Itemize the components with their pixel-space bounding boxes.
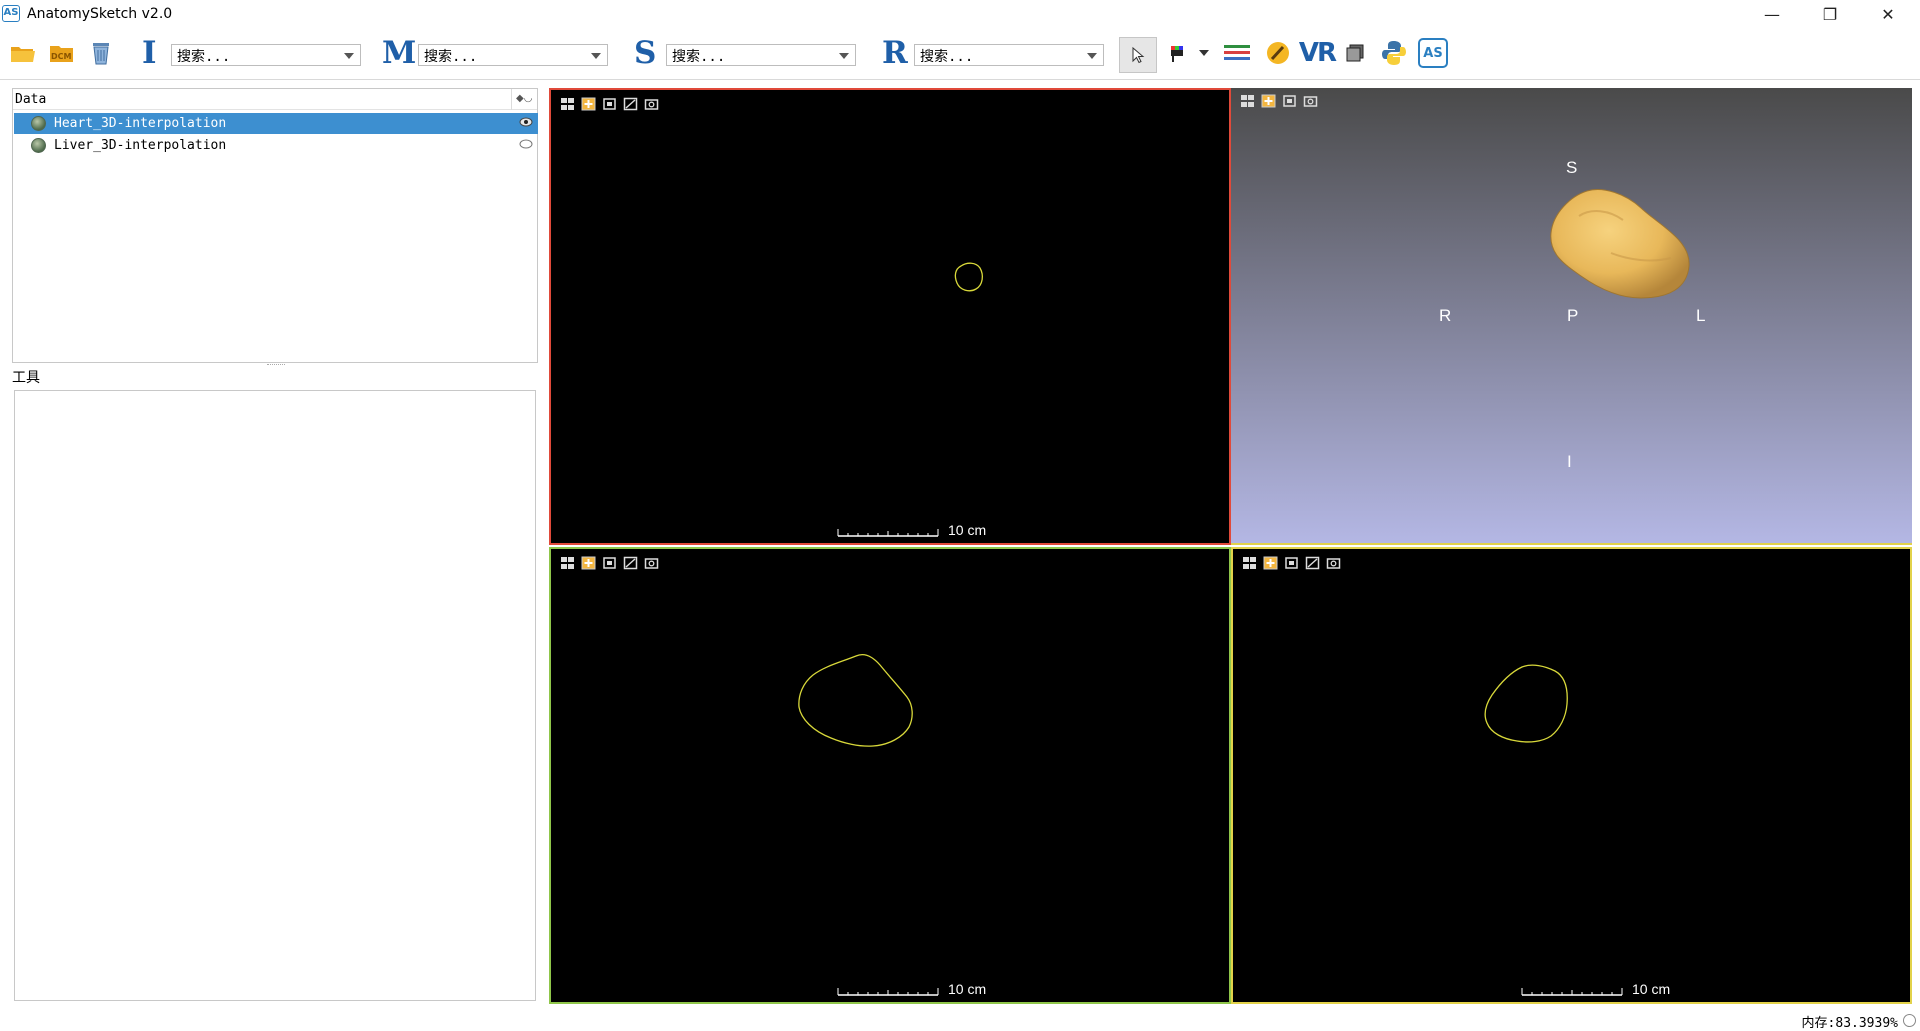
mesh-node-icon bbox=[31, 138, 46, 153]
memory-usage: 内存:83.3939% bbox=[1801, 1016, 1898, 1031]
scale-bar-label: 10 cm bbox=[1632, 981, 1671, 997]
tools-panel-label: 工具 bbox=[12, 370, 40, 386]
dicom-icon[interactable]: DCM bbox=[47, 38, 77, 68]
coronal-viewport[interactable]: 10 cm bbox=[1231, 547, 1912, 1004]
image-search-placeholder: 搜索... bbox=[177, 49, 231, 65]
mesh-node-icon bbox=[31, 116, 46, 131]
pointer-tool-button[interactable] bbox=[1119, 37, 1157, 73]
data-item-heart[interactable]: Heart_3D-interpolation bbox=[14, 113, 538, 134]
tools-panel bbox=[14, 390, 536, 1001]
scale-bar bbox=[1521, 988, 1623, 996]
minimize-button[interactable]: — bbox=[1743, 0, 1801, 28]
orientation-superior: S bbox=[1566, 158, 1578, 177]
restore-button[interactable]: ❐ bbox=[1801, 0, 1859, 28]
toolbar-divider bbox=[0, 79, 1920, 80]
chevron-down-icon bbox=[344, 53, 354, 59]
3d-viewport[interactable]: S R P L I bbox=[1231, 88, 1912, 545]
data-item-label: Heart_3D-interpolation bbox=[54, 116, 227, 131]
orientation-right: R bbox=[1439, 306, 1452, 325]
eye-open-icon[interactable] bbox=[519, 113, 533, 134]
visibility-header-icon[interactable]: ◆◡ bbox=[516, 93, 532, 104]
image-search-combo[interactable]: 搜索... bbox=[171, 44, 361, 66]
as-logo-icon[interactable]: AS bbox=[1418, 38, 1448, 68]
scale-bar-label: 10 cm bbox=[948, 522, 987, 538]
open-folder-icon[interactable] bbox=[8, 38, 38, 68]
sagittal-viewport[interactable]: 10 cm bbox=[549, 547, 1231, 1004]
image-module-label: I bbox=[142, 35, 157, 71]
main-toolbar: DCM I 搜索... M 搜索... S 搜索... R 搜索... VR A… bbox=[0, 34, 1920, 74]
scale-bar bbox=[837, 988, 939, 996]
app-logo-icon: AS bbox=[2, 5, 20, 22]
data-header-label: Data bbox=[15, 92, 47, 107]
registration-module-label: R bbox=[882, 35, 908, 71]
resize-grip-icon[interactable] bbox=[1903, 1014, 1916, 1027]
orientation-left: L bbox=[1696, 306, 1706, 325]
header-divider bbox=[511, 89, 512, 110]
title-bar: AS AnatomySketch v2.0 — ❐ ✕ bbox=[0, 0, 1920, 28]
chevron-down-icon bbox=[839, 53, 849, 59]
coronal-contour bbox=[1484, 664, 1568, 743]
chevron-down-icon bbox=[591, 53, 601, 59]
window-title: AnatomySketch v2.0 bbox=[27, 6, 173, 22]
close-button[interactable]: ✕ bbox=[1859, 0, 1917, 28]
layers-list-icon[interactable] bbox=[1222, 38, 1252, 68]
model-search-combo[interactable]: 搜索... bbox=[418, 44, 608, 66]
color-map-icon[interactable] bbox=[1164, 38, 1194, 68]
color-map-dropdown-icon[interactable] bbox=[1194, 38, 1214, 68]
dicom-text: DCM bbox=[51, 52, 72, 61]
recycle-bin-icon[interactable] bbox=[86, 38, 116, 68]
data-tree-panel[interactable]: Data ◆◡ Heart_3D-interpolation Liver_3D-… bbox=[12, 88, 538, 363]
status-bar: 内存:83.3939% bbox=[0, 1008, 1920, 1031]
orientation-posterior: P bbox=[1567, 306, 1579, 325]
model-search-placeholder: 搜索... bbox=[424, 49, 478, 65]
stack-icon[interactable] bbox=[1340, 38, 1370, 68]
segmentation-search-combo[interactable]: 搜索... bbox=[666, 44, 856, 66]
registration-search-combo[interactable]: 搜索... bbox=[914, 44, 1104, 66]
eye-closed-icon[interactable] bbox=[519, 135, 533, 156]
data-tree-header: Data ◆◡ bbox=[13, 89, 537, 110]
vr-icon[interactable]: VR bbox=[1299, 38, 1337, 68]
scale-bar-label: 10 cm bbox=[948, 981, 987, 997]
brush-icon[interactable] bbox=[1263, 38, 1293, 68]
registration-search-placeholder: 搜索... bbox=[920, 49, 974, 65]
data-item-label: Liver_3D-interpolation bbox=[54, 138, 227, 153]
segmentation-search-placeholder: 搜索... bbox=[672, 49, 726, 65]
python-icon[interactable] bbox=[1379, 38, 1409, 68]
axial-viewport[interactable]: 10 cm bbox=[549, 88, 1231, 545]
segmentation-module-label: S bbox=[634, 35, 657, 71]
chevron-down-icon bbox=[1087, 53, 1097, 59]
data-item-liver[interactable]: Liver_3D-interpolation bbox=[14, 135, 538, 156]
orientation-inferior: I bbox=[1567, 452, 1572, 471]
scale-bar bbox=[837, 529, 939, 537]
pointer-icon bbox=[1132, 46, 1145, 64]
sagittal-contour bbox=[798, 653, 913, 747]
model-module-label: M bbox=[382, 35, 417, 71]
panel-splitter[interactable] bbox=[267, 364, 285, 366]
axial-contour bbox=[954, 262, 983, 292]
